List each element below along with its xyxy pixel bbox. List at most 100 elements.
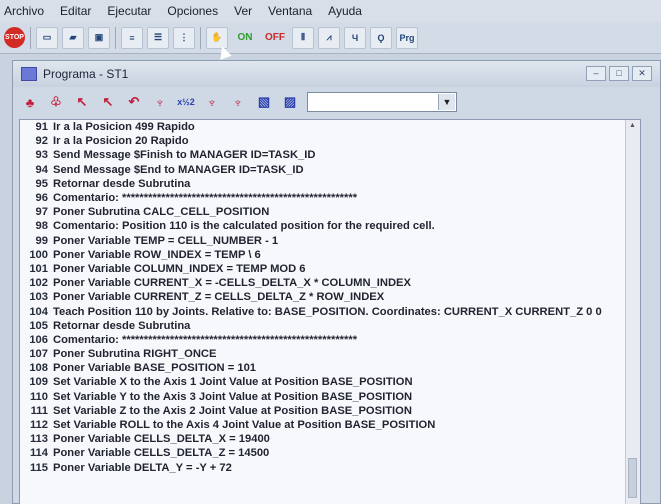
program-button[interactable]: Prg [396,26,418,49]
open-folder-icon[interactable]: ▰ [62,26,84,49]
program-line[interactable]: 93 Send Message $Finish to MANAGER ID=TAS… [20,148,640,162]
line-number: 102 [29,277,48,290]
menu-editar[interactable]: Editar [52,4,99,18]
insert-command-icon[interactable]: ♣ [19,91,41,113]
line-text: Poner Variable TEMP = CELL_NUMBER - 1 [53,234,279,247]
line-text: Poner Variable CURRENT_Z = CELLS_DELTA_Z… [53,291,385,304]
line-text: Comentario: Position 110 is the calculat… [53,220,435,233]
menu-archivo[interactable]: Archivo [0,4,52,18]
program-line[interactable]: 100 Poner Variable ROW_INDEX = TEMP \ 6 [20,248,640,262]
line-number: 106 [29,333,48,346]
menu-ayuda[interactable]: Ayuda [320,4,370,18]
undo-icon[interactable]: ↶ [123,91,145,113]
line-number: 114 [29,447,48,460]
variable-icon[interactable]: ♆ [149,91,171,113]
servo-off-button[interactable]: OFF [262,27,288,49]
program-line[interactable]: 91 Ir a la Posicion 499 Rapido [20,120,640,134]
menu-opciones[interactable]: Opciones [159,4,226,18]
minimize-button[interactable]: – [586,66,606,81]
line-number: 91 [35,121,48,134]
program-line[interactable]: 110 Set Variable Y to the Axis 3 Joint Va… [20,390,640,404]
line-number: 104 [29,305,48,318]
toolbar-separator [115,26,116,49]
line-text: Poner Variable ROW_INDEX = TEMP \ 6 [53,248,261,261]
command-dropdown[interactable]: ▼ [307,92,457,112]
list-indent-icon[interactable]: ☰ [147,26,169,49]
step-icon[interactable]: ⫴ [292,26,314,49]
line-text: Retornar desde Subrutina [53,319,191,332]
program-line[interactable]: 113 Poner Variable CELLS_DELTA_X = 19400 [20,432,640,446]
line-text: Send Message $End to MANAGER ID=TASK_ID [53,163,304,176]
program-line[interactable]: 98 Comentario: Position 110 is the calcul… [20,219,640,233]
program-line[interactable]: 106 Comentario: *************************… [20,333,640,347]
call-icon[interactable]: ▨ [279,91,301,113]
subroutine-icon[interactable]: ▧ [253,91,275,113]
delete-command-icon[interactable]: ♧ [45,91,67,113]
program-line[interactable]: 95 Retornar desde Subrutina [20,177,640,191]
goto-fast-icon[interactable]: ↖ [97,91,119,113]
scrollbar-thumb[interactable] [628,458,637,498]
list-run-icon[interactable]: ⋮ [173,26,195,49]
maximize-button[interactable]: □ [609,66,629,81]
menu-bar: Archivo Editar Ejecutar Opciones Ver Ven… [0,0,661,22]
line-number: 103 [29,291,48,304]
window-titlebar[interactable]: Programa - ST1 – □ ✕ [13,61,660,87]
stop-button[interactable]: STOP [4,27,25,48]
program-line[interactable]: 108 Poner Variable BASE_POSITION = 101 [20,361,640,375]
servo-on-button[interactable]: ON [232,27,258,49]
graph-icon[interactable]: ⩘ [318,26,340,49]
goto-icon[interactable]: ↖ [71,91,93,113]
line-text: Poner Variable CELLS_DELTA_Z = 14500 [53,447,270,460]
math-icon[interactable]: x½2 [175,91,197,113]
program-line[interactable]: 92 Ir a la Posicion 20 Rapido [20,134,640,148]
line-text: Comentario: ****************************… [53,333,358,346]
line-text: Set Variable Y to the Axis 3 Joint Value… [53,390,413,403]
menu-ver[interactable]: Ver [226,4,260,18]
condition-icon[interactable]: ♆ [201,91,223,113]
line-text: Set Variable X to the Axis 1 Joint Value… [53,376,413,389]
close-button[interactable]: ✕ [632,66,652,81]
toolbar-separator [200,26,201,49]
line-text: Poner Variable CELLS_DELTA_X = 19400 [53,433,270,446]
scroll-up-icon[interactable]: ▲ [629,122,636,129]
program-line[interactable]: 104 Teach Position 110 by Joints. Relativ… [20,304,640,318]
program-line[interactable]: 114 Poner Variable CELLS_DELTA_Z = 14500 [20,446,640,460]
vertical-scrollbar[interactable]: ▲ [625,120,640,504]
program-line[interactable]: 111 Set Variable Z to the Axis 2 Joint Va… [20,404,640,418]
new-file-icon[interactable]: ▭ [36,26,58,49]
program-line[interactable]: 101 Poner Variable COLUMN_INDEX = TEMP MO… [20,262,640,276]
program-line[interactable]: 107 Poner Subrutina RIGHT_ONCE [20,347,640,361]
main-toolbar: STOP ▭ ▰ ▣ ≡ ☰ ⋮ ✋ ON OFF ⫴ ⩘ Ч Ϙ Prg [0,22,661,54]
chevron-down-icon[interactable]: ▼ [438,94,455,110]
program-line[interactable]: 96 Comentario: **************************… [20,191,640,205]
program-line[interactable]: 105 Retornar desde Subrutina [20,319,640,333]
line-number: 109 [29,376,48,389]
program-line[interactable]: 99 Poner Variable TEMP = CELL_NUMBER - 1 [20,234,640,248]
program-line[interactable]: 94 Send Message $End to MANAGER ID=TASK_I… [20,163,640,177]
program-line[interactable]: 109 Set Variable X to the Axis 1 Joint Va… [20,375,640,389]
window-title: Programa - ST1 [43,67,129,81]
program-line[interactable]: 115 Poner Variable DELTA_Y = -Y + 72 [20,461,640,475]
save-icon[interactable]: ▣ [88,26,110,49]
io-settings-icon[interactable]: Ϙ [370,26,392,49]
jump-icon[interactable]: ♆ [227,91,249,113]
line-number: 98 [35,220,48,233]
line-number: 105 [29,319,48,332]
program-line[interactable]: 102 Poner Variable CURRENT_X = -CELLS_DEL… [20,276,640,290]
line-number: 113 [29,433,48,446]
program-line[interactable]: 103 Poner Variable CURRENT_Z = CELLS_DELT… [20,290,640,304]
line-number: 101 [29,262,48,275]
program-listing[interactable]: 91 Ir a la Posicion 499 Rapido 92 Ir a la P… [19,119,641,504]
line-text: Set Variable Z to the Axis 2 Joint Value… [53,404,412,417]
line-text: Retornar desde Subrutina [53,177,191,190]
list-icon[interactable]: ≡ [121,26,143,49]
program-line[interactable]: 112 Set Variable ROLL to the Axis 4 Joint… [20,418,640,432]
program-icon [21,67,37,81]
menu-ventana[interactable]: Ventana [260,4,320,18]
line-number: 96 [35,192,48,205]
menu-ejecutar[interactable]: Ejecutar [99,4,159,18]
line-number: 92 [35,135,48,148]
program-line[interactable]: 97 Poner Subrutina CALC_CELL_POSITION [20,205,640,219]
line-text: Poner Subrutina RIGHT_ONCE [53,348,217,361]
io-icon[interactable]: Ч [344,26,366,49]
